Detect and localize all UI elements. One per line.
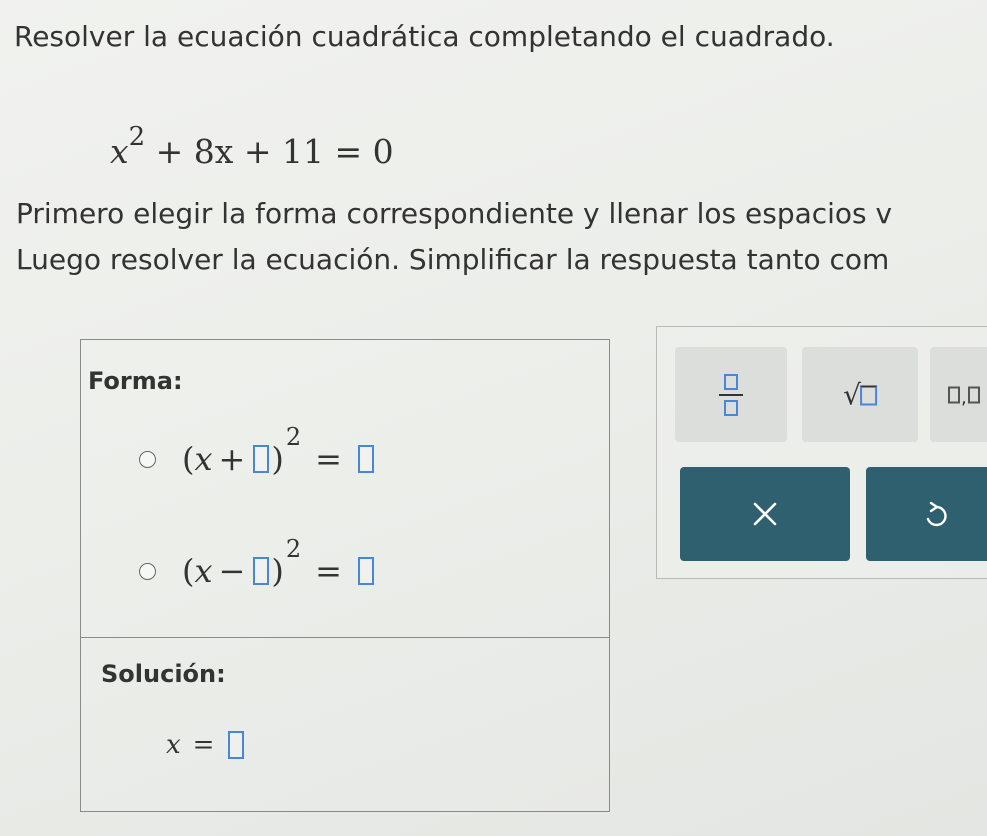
minus-form-rhs-input[interactable]: [357, 557, 374, 585]
equation-base: x: [110, 132, 129, 171]
square-exponent: 2: [285, 535, 302, 563]
solution-equals: =: [192, 730, 215, 760]
undo-icon: [926, 501, 947, 527]
fraction-icon: [719, 373, 743, 416]
comma-list-icon: ,: [948, 386, 980, 408]
instruction-line-2: Luego resolver la ecuación. Simplificar …: [16, 243, 890, 276]
minus-form-expression: ( x − ) 2 =: [182, 535, 376, 590]
equals-sign: =: [315, 552, 342, 590]
minus-operator: −: [218, 552, 246, 590]
plus-form-expression: ( x + ) 2 =: [182, 423, 376, 478]
variable-x: x: [194, 552, 213, 590]
solution-label: Solución:: [101, 660, 226, 688]
plus-operator: +: [218, 440, 246, 478]
square-root-button[interactable]: √: [802, 347, 918, 442]
square-root-icon: √: [843, 378, 877, 411]
equation-rest: + 8x + 11 = 0: [155, 132, 394, 171]
square-exponent: 2: [285, 423, 302, 451]
form-section: Forma: ( x + ) 2 = ( x − ) 2 =: [81, 340, 609, 638]
answer-panel: Forma: ( x + ) 2 = ( x − ) 2 = Solución:…: [80, 339, 610, 812]
solution-input[interactable]: [228, 731, 245, 759]
radio-plus-form[interactable]: [139, 450, 156, 468]
undo-button[interactable]: [866, 467, 987, 561]
math-tool-palette: √ ,: [656, 326, 987, 579]
radio-minus-form[interactable]: [139, 562, 156, 580]
solution-variable: x: [166, 730, 181, 760]
instruction-line-1: Primero elegir la forma correspondiente …: [16, 197, 893, 230]
close-paren: ): [271, 552, 284, 590]
variable-x: x: [194, 440, 213, 478]
form-label: Forma:: [88, 367, 183, 395]
form-option-minus: ( x − ) 2 =: [139, 535, 376, 590]
plus-form-constant-input[interactable]: [253, 445, 270, 473]
minus-form-constant-input[interactable]: [253, 557, 270, 585]
solution-row: x =: [166, 730, 246, 760]
form-option-plus: ( x + ) 2 =: [139, 423, 376, 478]
comma-list-button[interactable]: ,: [930, 347, 987, 442]
plus-form-rhs-input[interactable]: [357, 445, 374, 473]
comma-char: ,: [961, 387, 967, 408]
close-paren: ): [271, 440, 284, 478]
fraction-button[interactable]: [675, 347, 787, 442]
quadratic-equation: x2 + 8x + 11 = 0: [110, 122, 394, 171]
equals-sign: =: [315, 440, 342, 478]
open-paren: (: [182, 552, 195, 590]
close-icon: [753, 502, 777, 526]
clear-button[interactable]: [680, 467, 850, 561]
equation-exponent: 2: [128, 122, 146, 152]
open-paren: (: [182, 440, 195, 478]
question-title: Resolver la ecuación cuadrática completa…: [14, 20, 835, 53]
